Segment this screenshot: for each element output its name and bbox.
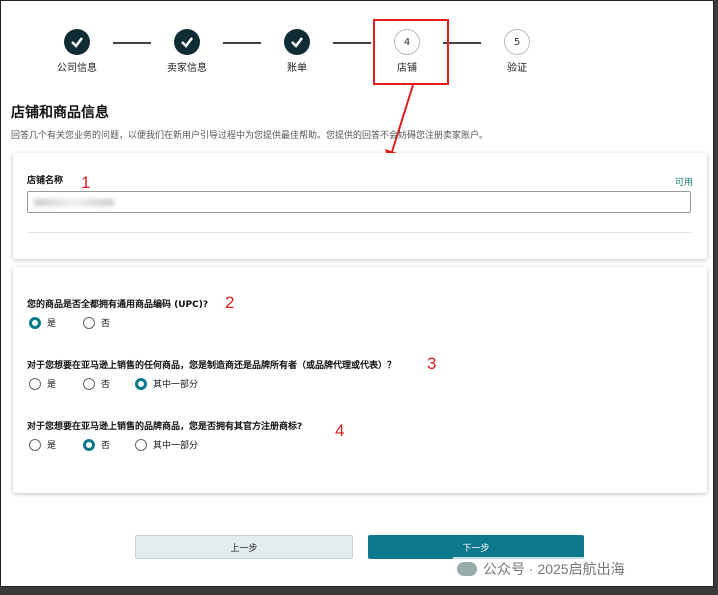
question-upc: 您的商品是否全都拥有通用商品编码 (UPC)? <box>27 300 209 310</box>
step-label: 账单 <box>287 63 307 74</box>
option-label: 否 <box>101 380 111 390</box>
store-name-input[interactable] <box>27 191 691 213</box>
radio-option-no[interactable]: 否 <box>83 316 110 329</box>
next-button[interactable]: 下一步 <box>368 535 584 559</box>
annotation-number: 2 <box>225 293 235 312</box>
option-label: 是 <box>47 319 57 329</box>
question-manufacturer: 对于您想要在亚马逊上销售的任何商品，您是制造商还是品牌所有者（或品牌代理或代表）… <box>27 361 397 371</box>
radio-option-yes[interactable]: 是 <box>29 438 56 451</box>
radio-option-no[interactable]: 否 <box>83 438 110 451</box>
radio-option-yes[interactable]: 是 <box>29 377 56 390</box>
radio-icon[interactable] <box>83 316 95 329</box>
step-company-info: 公司信息 <box>37 29 117 74</box>
page-title: 店铺和商品信息 <box>11 105 109 121</box>
checkmark-icon <box>284 29 310 55</box>
watermark-text: 公众号 · 2025启航出海 <box>483 561 625 577</box>
radio-option-yes[interactable]: 是 <box>29 316 56 329</box>
page-subtitle: 回答几个有关您业务的问题，以便我们在新用户引导过程中为您提供最佳帮助。您提供的回… <box>11 131 489 141</box>
option-label: 否 <box>101 441 111 451</box>
step-connector <box>333 42 371 44</box>
radio-icon[interactable] <box>29 438 41 451</box>
availability-status: 可用 <box>675 178 694 188</box>
step-billing: 账单 <box>257 29 337 74</box>
radio-icon[interactable] <box>29 316 41 329</box>
option-label: 其中一部分 <box>153 441 199 451</box>
checkmark-icon <box>174 29 200 55</box>
step-connector <box>113 42 151 44</box>
store-name-label: 店铺名称 <box>27 176 64 186</box>
step-label: 验证 <box>507 63 527 74</box>
wechat-icon <box>457 562 477 576</box>
step-label: 卖家信息 <box>167 63 207 74</box>
blurred-value <box>34 199 114 206</box>
radio-icon[interactable] <box>29 377 41 390</box>
annotation-number: 4 <box>335 421 345 440</box>
step-seller-info: 卖家信息 <box>147 29 227 74</box>
highlight-box <box>373 19 449 85</box>
checkmark-icon <box>64 29 90 55</box>
option-label: 是 <box>47 441 57 451</box>
divider <box>27 232 691 233</box>
radio-option-some[interactable]: 其中一部分 <box>135 377 198 390</box>
radio-icon[interactable] <box>83 438 95 451</box>
option-label: 是 <box>47 380 57 390</box>
step-label: 公司信息 <box>57 63 97 74</box>
step-connector <box>223 42 261 44</box>
radio-icon[interactable] <box>135 377 147 390</box>
page-frame: 公司信息 卖家信息 账单 4 店铺 5 验证 店铺和商品信息 回答几个有关您业务… <box>0 0 714 587</box>
option-label: 否 <box>101 319 111 329</box>
step-number: 5 <box>504 29 530 55</box>
annotation-number: 3 <box>427 354 437 373</box>
radio-option-some[interactable]: 其中一部分 <box>135 438 198 451</box>
progress-stepper: 公司信息 卖家信息 账单 4 店铺 5 验证 <box>1 29 713 79</box>
radio-icon[interactable] <box>83 377 95 390</box>
previous-button[interactable]: 上一步 <box>135 535 353 559</box>
radio-option-no[interactable]: 否 <box>83 377 110 390</box>
step-verify: 5 验证 <box>477 29 557 74</box>
question-trademark: 对于您想要在亚马逊上销售的品牌商品，您是否拥有其官方注册商标? <box>27 422 303 432</box>
radio-icon[interactable] <box>135 438 147 451</box>
option-label: 其中一部分 <box>153 380 199 390</box>
watermark: 公众号 · 2025启航出海 <box>453 557 629 581</box>
annotation-number: 1 <box>81 173 91 192</box>
